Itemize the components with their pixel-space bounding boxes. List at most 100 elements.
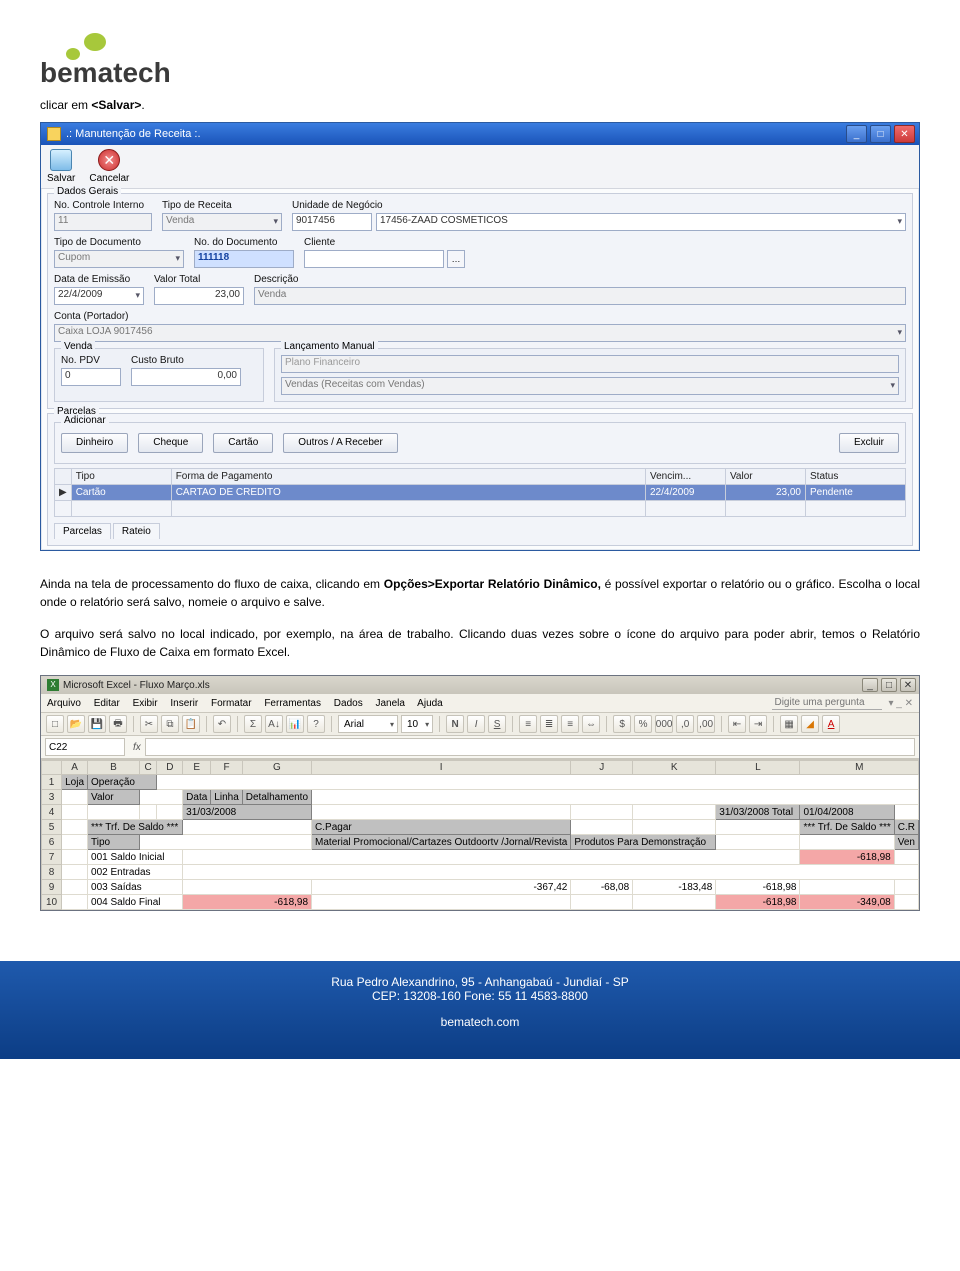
grid-header-forma[interactable]: Forma de Pagamento	[171, 469, 645, 485]
tipo-receita-label: Tipo de Receita	[162, 200, 282, 211]
unidade-cod-input[interactable]: 9017456	[292, 213, 372, 231]
minimize-icon[interactable]: _	[846, 125, 867, 143]
maximize-icon[interactable]: □	[870, 125, 891, 143]
merge-icon[interactable]: ⇔	[582, 715, 600, 733]
excel-titlebar: X Microsoft Excel - Fluxo Março.xls _ □ …	[41, 676, 919, 694]
menu-dados[interactable]: Dados	[334, 698, 363, 709]
autosum-icon[interactable]: Σ	[244, 715, 262, 733]
decrease-decimal-icon[interactable]: ,00	[697, 715, 715, 733]
cliente-input[interactable]	[304, 250, 444, 268]
name-box[interactable]: C22	[45, 738, 125, 756]
cartao-button[interactable]: Cartão	[213, 433, 273, 453]
fx-icon[interactable]: fx	[133, 742, 141, 753]
tipo-doc-select[interactable]: Cupom	[54, 250, 184, 268]
save-icon[interactable]: 💾	[88, 715, 106, 733]
outros-button[interactable]: Outros / A Receber	[283, 433, 398, 453]
sort-asc-icon[interactable]: A↓	[265, 715, 283, 733]
no-controle-input[interactable]: 11	[54, 213, 152, 231]
print-icon[interactable]: 🖶	[109, 715, 127, 733]
increase-decimal-icon[interactable]: ,0	[676, 715, 694, 733]
no-doc-label: No. do Documento	[194, 237, 294, 248]
custo-bruto-input[interactable]: 0,00	[131, 368, 241, 386]
close-icon[interactable]: ✕	[900, 678, 916, 692]
excel-formula-bar: C22 fx	[41, 736, 919, 759]
align-left-icon[interactable]: ≡	[519, 715, 537, 733]
unidade-nome-select[interactable]: 17456-ZAAD COSMETICOS	[376, 213, 906, 231]
menu-exibir[interactable]: Exibir	[133, 698, 158, 709]
menu-ajuda[interactable]: Ajuda	[417, 698, 443, 709]
copy-icon[interactable]: ⧉	[161, 715, 179, 733]
menu-formatar[interactable]: Formatar	[211, 698, 252, 709]
indent-left-icon[interactable]: ⇤	[728, 715, 746, 733]
dinheiro-button[interactable]: Dinheiro	[61, 433, 128, 453]
grid-header-vencim[interactable]: Vencim...	[646, 469, 726, 485]
excel-icon: X	[47, 679, 59, 691]
currency-icon[interactable]: $	[613, 715, 631, 733]
align-right-icon[interactable]: ≡	[561, 715, 579, 733]
excel-toolbar: □ 📂 💾 🖶 ✂ ⧉ 📋 ↶ Σ A↓ 📊 ? Arial 10 N I S …	[41, 713, 919, 736]
menu-ferramentas[interactable]: Ferramentas	[264, 698, 321, 709]
descricao-input[interactable]: Venda	[254, 287, 906, 305]
svg-text:bematech: bematech	[40, 57, 171, 88]
tab-parcelas[interactable]: Parcelas	[54, 523, 111, 539]
no-controle-label: No. Controle Interno	[54, 200, 152, 211]
plano-financeiro-label: Plano Financeiro	[281, 355, 899, 373]
help-icon[interactable]: ?	[307, 715, 325, 733]
grid-header-valor[interactable]: Valor	[726, 469, 806, 485]
chart-icon[interactable]: 📊	[286, 715, 304, 733]
parcelas-grid[interactable]: Tipo Forma de Pagamento Vencim... Valor …	[54, 468, 906, 517]
fill-color-icon[interactable]: ◢	[801, 715, 819, 733]
cut-icon[interactable]: ✂	[140, 715, 158, 733]
tipo-doc-label: Tipo de Documento	[54, 237, 184, 248]
menu-inserir[interactable]: Inserir	[170, 698, 198, 709]
align-center-icon[interactable]: ≣	[540, 715, 558, 733]
new-icon[interactable]: □	[46, 715, 64, 733]
valor-total-input[interactable]: 23,00	[154, 287, 244, 305]
menu-editar[interactable]: Editar	[94, 698, 120, 709]
borders-icon[interactable]: ▦	[780, 715, 798, 733]
cheque-button[interactable]: Cheque	[138, 433, 203, 453]
maximize-icon[interactable]: □	[881, 678, 897, 692]
underline-icon[interactable]: S	[488, 715, 506, 733]
font-name-select[interactable]: Arial	[338, 715, 398, 733]
percent-icon[interactable]: %	[634, 715, 652, 733]
cancel-button[interactable]: Cancelar	[89, 149, 129, 184]
bematech-logo: bematech	[40, 30, 920, 90]
window-title: .: Manutenção de Receita :.	[66, 128, 201, 140]
conta-select[interactable]: Caixa LOJA 9017456	[54, 324, 906, 342]
font-size-select[interactable]: 10	[401, 715, 433, 733]
open-icon[interactable]: 📂	[67, 715, 85, 733]
app-window-receita: .: Manutenção de Receita :. _ □ ✕ Salvar…	[40, 122, 920, 551]
save-button[interactable]: Salvar	[47, 149, 75, 184]
formula-input[interactable]	[145, 738, 915, 756]
italic-icon[interactable]: I	[467, 715, 485, 733]
tipo-receita-select[interactable]: Venda	[162, 213, 282, 231]
cliente-lookup-button[interactable]: …	[447, 250, 465, 268]
undo-icon[interactable]: ↶	[213, 715, 231, 733]
thousands-icon[interactable]: 000	[655, 715, 673, 733]
excluir-button[interactable]: Excluir	[839, 433, 899, 453]
excel-window: X Microsoft Excel - Fluxo Março.xls _ □ …	[40, 675, 920, 911]
no-doc-input[interactable]: 111118	[194, 250, 294, 268]
close-icon[interactable]: ✕	[894, 125, 915, 143]
excel-sheet[interactable]: A B C D E F G I J K L M 1 Loja Operação	[41, 759, 919, 910]
no-pdv-input[interactable]: 0	[61, 368, 121, 386]
window-icon	[47, 127, 61, 141]
data-emissao-input[interactable]: 22/4/2009	[54, 287, 144, 305]
menu-janela[interactable]: Janela	[375, 698, 404, 709]
excel-menubar: Arquivo Editar Exibir Inserir Formatar F…	[41, 694, 919, 713]
menu-arquivo[interactable]: Arquivo	[47, 698, 81, 709]
bold-icon[interactable]: N	[446, 715, 464, 733]
grid-header-tipo[interactable]: Tipo	[71, 469, 171, 485]
paste-icon[interactable]: 📋	[182, 715, 200, 733]
indent-right-icon[interactable]: ⇥	[749, 715, 767, 733]
tab-rateio[interactable]: Rateio	[113, 523, 160, 539]
fieldset-lancamento: Lançamento Manual Plano Financeiro Venda…	[274, 348, 906, 402]
paragraph-2: O arquivo será salvo no local indicado, …	[40, 625, 920, 661]
ask-question-input[interactable]	[772, 696, 882, 710]
font-color-icon[interactable]: A	[822, 715, 840, 733]
minimize-icon[interactable]: _	[862, 678, 878, 692]
plano-financeiro-select[interactable]: Vendas (Receitas com Vendas)	[281, 377, 899, 395]
table-row[interactable]: ▶ Cartão CARTAO DE CREDITO 22/4/2009 23,…	[55, 485, 906, 501]
grid-header-status[interactable]: Status	[806, 469, 906, 485]
